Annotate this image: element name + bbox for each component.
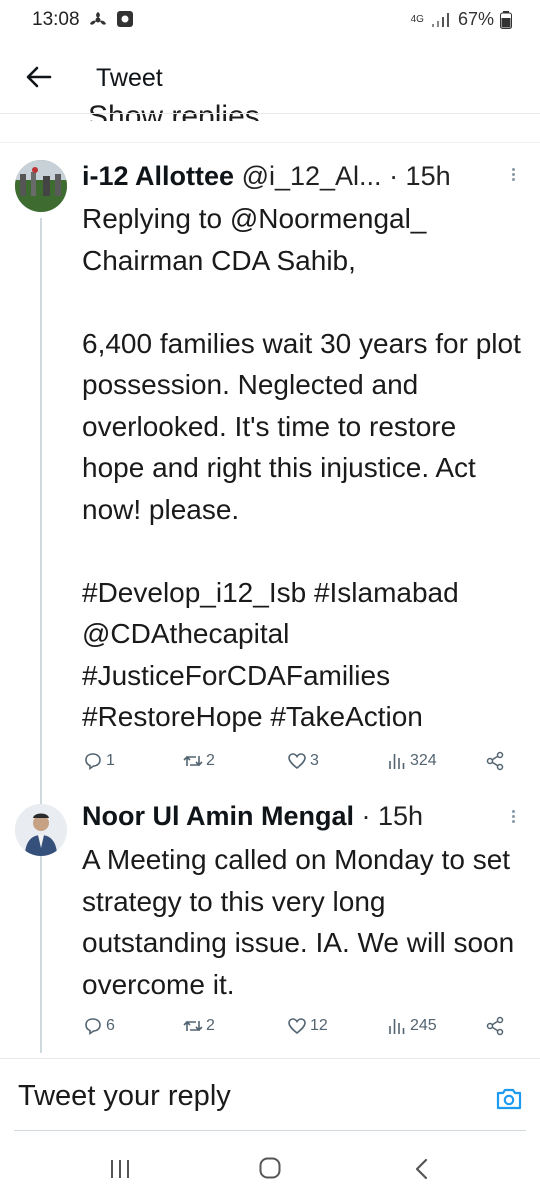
back-arrow-icon[interactable]: [22, 60, 56, 94]
replying-to[interactable]: Replying to @Noormengal_: [82, 198, 522, 240]
reply-input-underline: [14, 1130, 526, 1131]
tweet-actions: 6 2 12 245: [82, 1015, 512, 1045]
network-type: 4G: [410, 13, 424, 25]
tweet-paragraph: 6,400 families wait 30 years for plot po…: [82, 327, 521, 525]
share-icon: [486, 1016, 504, 1036]
tweet-hashtags[interactable]: #Develop_i12_Isb #Islamabad @CDAthecapit…: [82, 572, 522, 738]
battery-level: 67%: [457, 9, 494, 29]
reply-input[interactable]: Tweet your reply: [18, 1080, 231, 1113]
battery-icon: [500, 10, 512, 29]
reply-count: 6: [106, 1017, 115, 1034]
show-replies-link[interactable]: Show replies: [88, 93, 260, 121]
tweet-header: i-12 Allottee @i_12_Al... · 15h: [82, 161, 451, 192]
tweet-body: A Meeting called on Monday to set strate…: [82, 839, 522, 1005]
thread-connector-line: [40, 218, 42, 1053]
home-icon[interactable]: [258, 1156, 282, 1180]
tweet-actions: 1 2 3 324: [82, 750, 512, 780]
reply-icon: [85, 1018, 101, 1036]
tweet-body: Replying to @Noormengal_ Chairman CDA Sa…: [82, 198, 522, 738]
camera-icon[interactable]: [494, 1084, 524, 1114]
reply-icon: [85, 753, 101, 771]
share-icon: [486, 751, 504, 771]
reply-button[interactable]: 6: [82, 1015, 115, 1037]
heart-icon: [288, 753, 306, 770]
status-bar: 13:08 4G 67%: [0, 0, 540, 40]
status-time: 13:08: [32, 9, 80, 30]
like-count: 12: [310, 1017, 328, 1034]
retweet-count: 2: [206, 1017, 215, 1034]
retweet-button[interactable]: 2: [182, 1015, 215, 1037]
avatar[interactable]: [15, 804, 67, 856]
views-button[interactable]: 324: [386, 750, 437, 772]
views-button[interactable]: 245: [386, 1015, 437, 1037]
retweet-icon: [183, 1020, 203, 1032]
view-count: 324: [410, 752, 437, 769]
composer-divider: [0, 1058, 540, 1059]
like-button[interactable]: 3: [286, 750, 319, 772]
status-notification-icons: [88, 10, 134, 30]
signal-icon: [431, 12, 449, 27]
avatar[interactable]: [15, 160, 67, 212]
heart-icon: [288, 1018, 306, 1035]
reply-count: 1: [106, 752, 115, 769]
like-count: 3: [310, 752, 319, 769]
view-count: 245: [410, 1017, 437, 1034]
more-options-icon[interactable]: [512, 808, 518, 825]
avatar-photo-icon: [15, 160, 67, 212]
notification-square-icon: [117, 11, 133, 27]
thread-divider: [0, 142, 540, 143]
tweet-time: · 15h: [361, 801, 424, 831]
views-chart-icon: [389, 754, 405, 769]
status-right: 4G 67%: [411, 9, 512, 30]
avatar-photo-icon: [15, 804, 67, 856]
retweet-count: 2: [206, 752, 215, 769]
author-handle[interactable]: @i_12_Al...: [242, 161, 382, 191]
recent-apps-icon[interactable]: [108, 1158, 132, 1180]
system-navigation-bar: [0, 1140, 540, 1200]
tweet-paragraph: A Meeting called on Monday to set strate…: [82, 844, 515, 1000]
fan-icon: [90, 12, 106, 25]
author-name[interactable]: Noor Ul Amin Mengal: [82, 801, 354, 831]
retweet-icon: [183, 755, 203, 767]
views-chart-icon: [389, 1019, 405, 1034]
tweet-header: Noor Ul Amin Mengal · 15h: [82, 801, 423, 832]
retweet-button[interactable]: 2: [182, 750, 215, 772]
page-title: Tweet: [96, 64, 163, 92]
tweet-paragraph: Chairman CDA Sahib,: [82, 244, 356, 276]
author-name[interactable]: i-12 Allottee: [82, 161, 234, 191]
tweet-time: · 15h: [389, 161, 451, 191]
share-button[interactable]: [484, 750, 506, 772]
share-button[interactable]: [484, 1015, 506, 1037]
like-button[interactable]: 12: [286, 1015, 328, 1037]
header-divider: [0, 113, 540, 114]
reply-button[interactable]: 1: [82, 750, 115, 772]
system-back-icon[interactable]: [412, 1157, 432, 1181]
top-app-bar: Tweet: [0, 48, 540, 110]
more-options-icon[interactable]: [512, 166, 518, 183]
